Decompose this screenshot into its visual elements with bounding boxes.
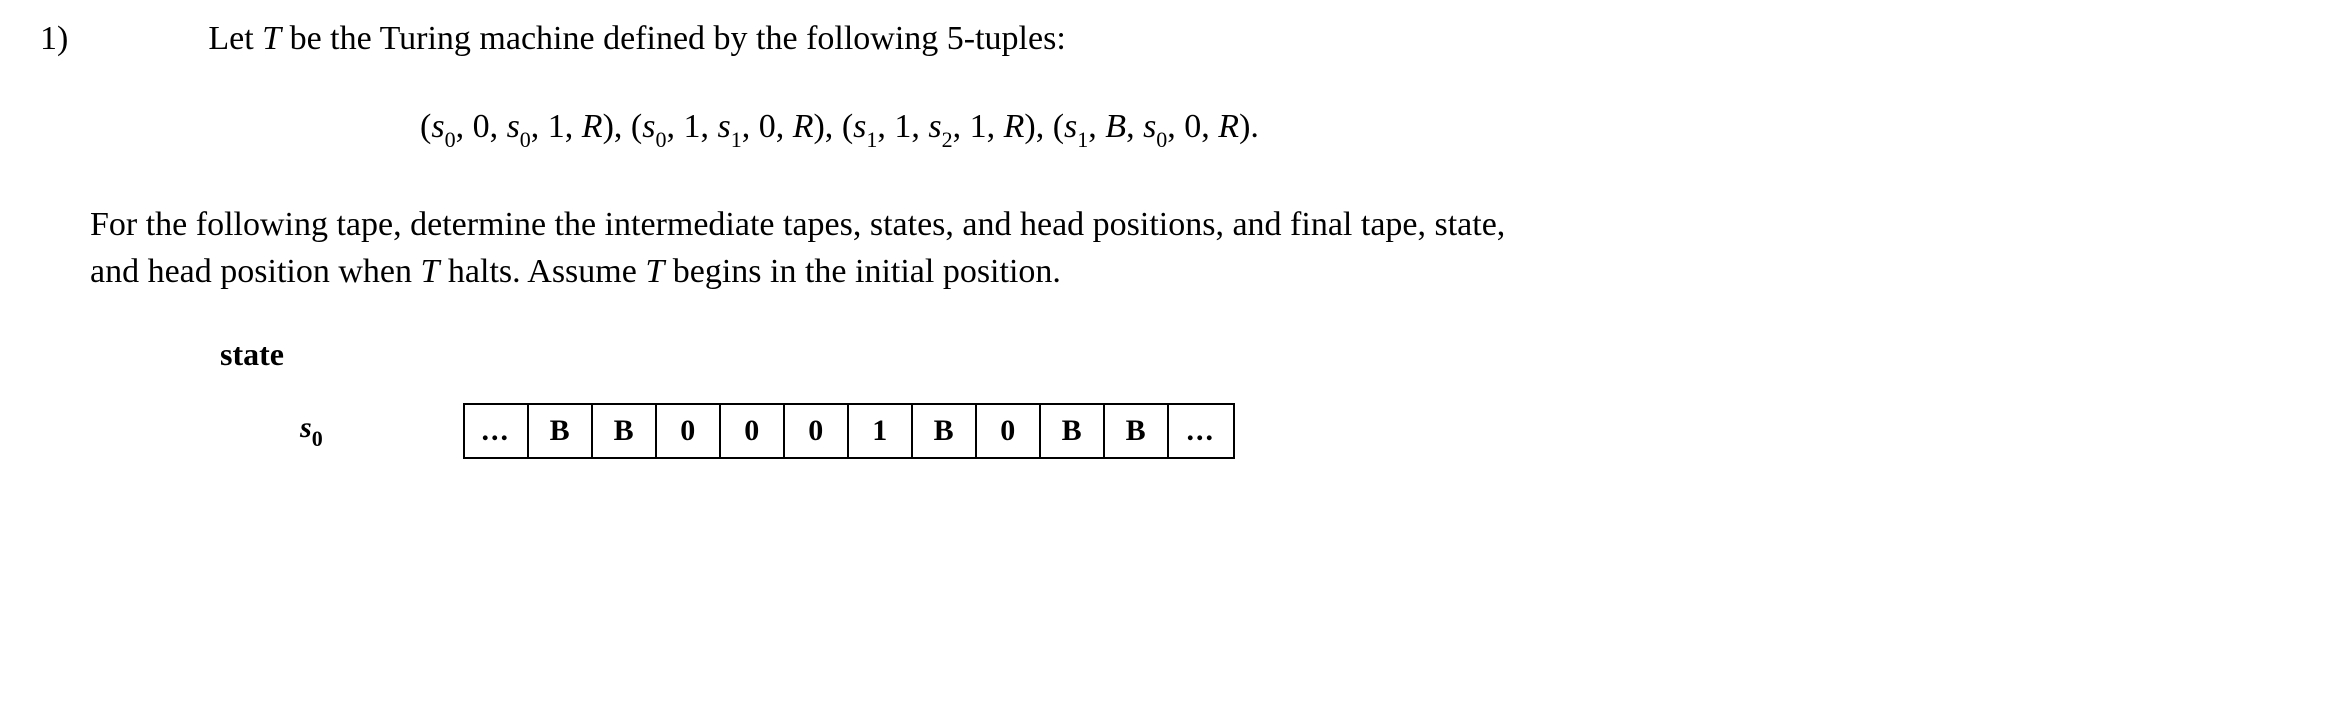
tape-cell: B [593,405,657,457]
tape-cell: ... [1169,405,1233,457]
problem-header: 1) Let T be the Turing machine defined b… [40,20,2306,58]
problem-intro: Let T be the Turing machine defined by t… [208,20,1065,58]
tape-cell: 0 [977,405,1041,457]
tuple-2: (s0, 1, s1, 0, R), [631,108,842,145]
body-text: For the following tape, determine the in… [90,201,2306,296]
intro-prefix: Let [208,20,262,57]
tuple-3: (s1, 1, s2, 1, R), [842,108,1053,145]
tape-cell: B [529,405,593,457]
body-line-1: For the following tape, determine the in… [90,201,2306,249]
body-line-2: and head position when T halts. Assume T… [90,248,2306,296]
state-label: state [220,336,2306,373]
tape-cell: 0 [721,405,785,457]
tape-cell: B [913,405,977,457]
tape-cell: 1 [849,405,913,457]
tuple-4: (s1, B, s0, 0, R). [1053,108,1259,145]
tuples-line: (s0, 0, s0, 1, R), (s0, 1, s1, 0, R), (s… [420,108,2306,151]
tape-cell: B [1105,405,1169,457]
state-name: s0 [300,411,323,450]
tape-cell: B [1041,405,1105,457]
tape-cell: 0 [785,405,849,457]
problem-number: 1) [40,20,68,58]
tape-cell: 0 [657,405,721,457]
tape-row: s0 ... B B 0 0 0 1 B 0 B B ... [300,403,2306,459]
tape: ... B B 0 0 0 1 B 0 B B ... [463,403,1235,459]
tuple-1: (s0, 0, s0, 1, R), [420,108,631,145]
tape-cell: ... [465,405,529,457]
intro-suffix: be the Turing machine defined by the fol… [281,20,1066,57]
intro-var: T [262,20,281,57]
